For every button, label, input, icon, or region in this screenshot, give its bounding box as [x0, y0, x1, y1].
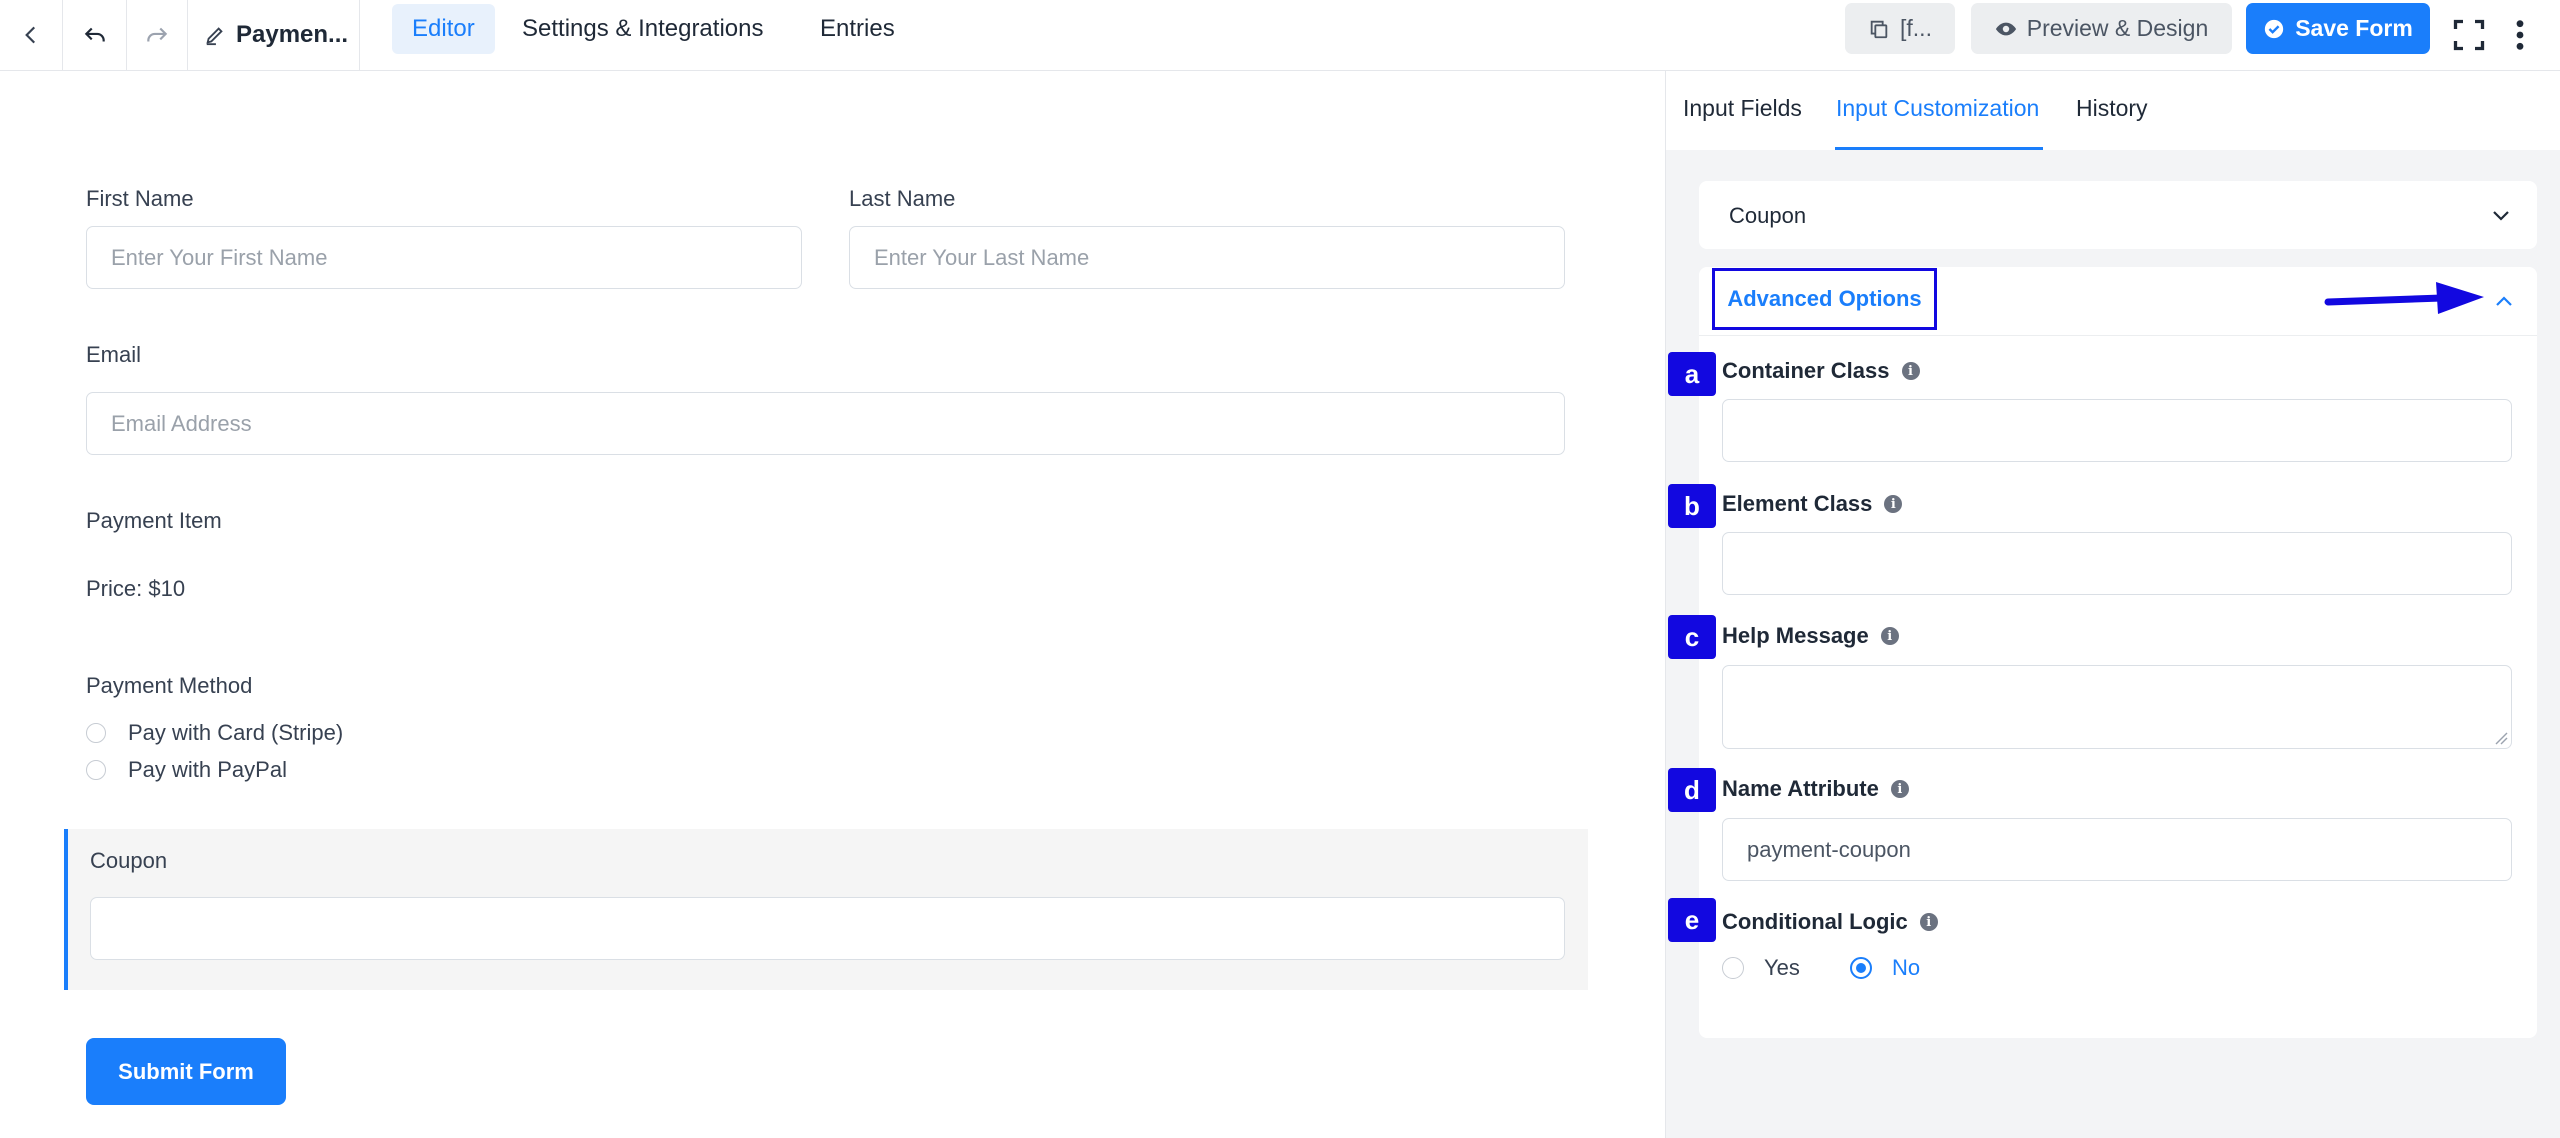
- radio-label: Yes: [1764, 955, 1800, 980]
- info-icon[interactable]: i: [1880, 627, 1899, 645]
- element-class-label-text: Element Class: [1722, 491, 1873, 516]
- eye-icon: [1995, 22, 2016, 35]
- coupon-input[interactable]: [90, 897, 1565, 960]
- radio-button[interactable]: [1722, 957, 1744, 979]
- help-message-label: Help Message i: [1722, 623, 1899, 649]
- container-class-label-text: Container Class: [1722, 358, 1890, 383]
- vertical-dots-icon: [2516, 20, 2524, 50]
- radio-button-selected[interactable]: [1850, 957, 1872, 979]
- conditional-logic-no[interactable]: No: [1850, 955, 1920, 981]
- radio-button[interactable]: [86, 723, 106, 743]
- element-class-label: Element Class i: [1722, 491, 1903, 517]
- undo-button[interactable]: [63, 0, 127, 70]
- tab-history[interactable]: History: [2076, 95, 2148, 122]
- annotation-badge: a: [1668, 352, 1716, 396]
- save-form-label: Save Form: [2295, 15, 2413, 41]
- chevron-down-icon[interactable]: [2489, 203, 2513, 227]
- annotation-badge: b: [1668, 484, 1716, 528]
- conditional-logic-label: Conditional Logic i: [1722, 909, 1938, 935]
- tab-input-customization[interactable]: Input Customization: [1836, 95, 2039, 122]
- annotation-badge: c: [1668, 615, 1716, 659]
- first-name-label: First Name: [86, 186, 194, 211]
- payment-option-paypal[interactable]: Pay with PayPal: [86, 757, 287, 783]
- help-message-label-text: Help Message: [1722, 623, 1869, 648]
- container-class-input[interactable]: [1722, 399, 2512, 462]
- info-icon[interactable]: i: [1890, 780, 1909, 798]
- coupon-label: Coupon: [90, 848, 168, 873]
- payment-option-label: Pay with PayPal: [128, 757, 287, 782]
- pencil-icon: [206, 27, 223, 46]
- form-name-text: Paymen...: [236, 21, 349, 48]
- tab-editor[interactable]: Editor: [392, 4, 495, 54]
- coupon-card-title: Coupon: [1729, 203, 1807, 228]
- name-attribute-input[interactable]: payment-coupon: [1722, 818, 2512, 881]
- name-attribute-label: Name Attribute i: [1722, 776, 1909, 802]
- last-name-label: Last Name: [849, 186, 956, 211]
- info-icon[interactable]: i: [1884, 495, 1903, 513]
- check-circle-icon: [2265, 19, 2284, 38]
- fullscreen-icon: [2453, 19, 2485, 51]
- submit-form-button[interactable]: Submit Form: [86, 1038, 286, 1105]
- redo-button[interactable]: [127, 0, 188, 70]
- coupon-settings-card[interactable]: Coupon: [1699, 181, 2537, 249]
- chevron-left-icon: [25, 26, 36, 44]
- payment-option-label: Pay with Card (Stripe): [128, 720, 344, 745]
- fullscreen-button[interactable]: [2444, 0, 2494, 70]
- copy-icon: [1870, 20, 1888, 38]
- annotation-badge: e: [1668, 898, 1716, 942]
- top-toolbar: Paymen... Editor Settings & Integrations…: [0, 0, 2560, 71]
- name-attribute-label-text: Name Attribute: [1722, 776, 1879, 801]
- conditional-logic-label-text: Conditional Logic: [1722, 909, 1908, 934]
- payment-item-price: Price: $10: [86, 576, 186, 601]
- info-icon[interactable]: i: [1901, 362, 1920, 380]
- last-name-input[interactable]: Enter Your Last Name: [849, 226, 1565, 289]
- divider: [1699, 335, 2537, 336]
- undo-icon: [84, 27, 105, 42]
- form-name[interactable]: Paymen...: [204, 0, 348, 70]
- email-input[interactable]: Email Address: [86, 392, 1565, 455]
- payment-option-stripe[interactable]: Pay with Card (Stripe): [86, 720, 343, 746]
- container-class-label: Container Class i: [1722, 358, 1920, 384]
- payment-item-label: Payment Item: [86, 508, 222, 533]
- payment-method-label: Payment Method: [86, 673, 253, 698]
- radio-button[interactable]: [86, 760, 106, 780]
- info-icon[interactable]: i: [1919, 913, 1938, 931]
- back-button[interactable]: [0, 0, 63, 70]
- save-form-button[interactable]: Save Form: [2246, 3, 2430, 54]
- preview-design-label: Preview & Design: [2026, 15, 2209, 41]
- shortcode-button[interactable]: [f...: [1845, 3, 1955, 54]
- resize-handle-icon[interactable]: [2494, 731, 2508, 745]
- conditional-logic-yes[interactable]: Yes: [1722, 955, 1800, 981]
- annotation-badge: d: [1668, 768, 1716, 812]
- tab-settings-integrations[interactable]: Settings & Integrations: [502, 4, 783, 54]
- panel-tabs: Input Fields Input Customization History: [1666, 71, 2560, 150]
- preview-design-button[interactable]: Preview & Design: [1971, 3, 2232, 54]
- active-tab-indicator: [1835, 147, 2043, 150]
- chevron-up-icon[interactable]: [2492, 290, 2516, 314]
- tab-input-fields[interactable]: Input Fields: [1683, 95, 1802, 122]
- tab-entries[interactable]: Entries: [800, 4, 915, 54]
- shortcode-label: [f...: [1900, 15, 1932, 41]
- radio-label: No: [1892, 955, 1921, 980]
- more-menu-button[interactable]: [2500, 0, 2540, 70]
- advanced-options-header[interactable]: Advanced Options: [1712, 268, 1937, 330]
- email-label: Email: [86, 342, 142, 367]
- element-class-input[interactable]: [1722, 532, 2512, 595]
- redo-icon: [147, 27, 168, 42]
- help-message-textarea[interactable]: [1722, 665, 2512, 749]
- annotation-arrow-icon: [2324, 282, 2484, 314]
- first-name-input[interactable]: Enter Your First Name: [86, 226, 802, 289]
